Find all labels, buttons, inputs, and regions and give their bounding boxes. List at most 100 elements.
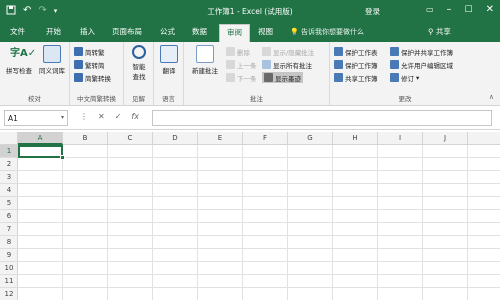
tab-data[interactable]: 数据 bbox=[192, 26, 207, 37]
gridline-horizontal bbox=[18, 183, 500, 184]
row-header-9[interactable]: 9 bbox=[0, 249, 18, 262]
smart-lookup-label-2: 查找 bbox=[132, 73, 146, 81]
protect-sheet-button[interactable]: 保护工作表 bbox=[334, 46, 378, 57]
to-traditional-label: 简转繁 bbox=[85, 48, 105, 57]
next-comment-button[interactable]: 下一条 bbox=[226, 72, 257, 83]
group-label-insights: 见解 bbox=[132, 95, 145, 103]
fill-handle[interactable] bbox=[60, 155, 65, 160]
smart-lookup-button[interactable]: 智能 查找 bbox=[127, 45, 151, 81]
to-simplified-button[interactable]: 繁转简 bbox=[74, 59, 105, 70]
new-comment-button[interactable]: 新建批注 bbox=[188, 45, 222, 75]
more-icon: ⋮ bbox=[80, 112, 88, 121]
insert-function-icon[interactable]: fx bbox=[131, 112, 139, 121]
column-header-i[interactable]: I bbox=[378, 132, 423, 145]
gridline-horizontal bbox=[18, 274, 500, 275]
person-icon: ⚲ bbox=[428, 27, 434, 36]
row-header-3[interactable]: 3 bbox=[0, 171, 18, 184]
row-headers: 12345678910111213 bbox=[0, 145, 18, 300]
tab-insert[interactable]: 插入 bbox=[80, 26, 95, 37]
column-header-h[interactable]: H bbox=[333, 132, 378, 145]
enter-icon[interactable]: ✓ bbox=[115, 112, 122, 121]
row-header-10[interactable]: 10 bbox=[0, 262, 18, 275]
minimize-icon[interactable]: – bbox=[447, 3, 452, 17]
selected-cell-a1[interactable] bbox=[18, 145, 63, 158]
protect-share-button[interactable]: 保护并共享工作簿 bbox=[390, 46, 453, 57]
delete-icon bbox=[226, 47, 235, 56]
collapse-ribbon-icon[interactable]: ∧ bbox=[489, 93, 494, 101]
login-link[interactable]: 登录 bbox=[365, 6, 380, 17]
row-header-8[interactable]: 8 bbox=[0, 236, 18, 249]
share-button[interactable]: ⚲ 共享 bbox=[428, 26, 451, 37]
formula-input[interactable] bbox=[152, 110, 492, 126]
row-header-12[interactable]: 12 bbox=[0, 288, 18, 300]
name-box-value: A1 bbox=[8, 114, 18, 123]
to-simplified-label: 繁转简 bbox=[85, 61, 105, 70]
cancel-icon[interactable]: ✕ bbox=[98, 112, 105, 121]
tab-file[interactable]: 文件 bbox=[10, 26, 25, 37]
title-bar: ↶ ↷ ▾ 工作簿1 - Excel (试用版) 登录 ▭ – ☐ ✕ bbox=[0, 0, 500, 22]
formula-buttons: ⋮ ✕ ✓ fx bbox=[80, 112, 139, 121]
show-all-comments-button[interactable]: 显示所有批注 bbox=[262, 59, 312, 70]
tab-home[interactable]: 开始 bbox=[46, 26, 61, 37]
to-traditional-button[interactable]: 简转繁 bbox=[74, 46, 105, 57]
select-all-corner[interactable] bbox=[0, 132, 18, 145]
protect-sheet-icon bbox=[334, 47, 343, 56]
redo-icon[interactable]: ↷ bbox=[38, 5, 46, 19]
spelling-button[interactable]: 字A✓ 拼写检查 bbox=[4, 45, 36, 75]
maximize-icon[interactable]: ☐ bbox=[465, 3, 473, 17]
tell-me-search[interactable]: 💡 告诉我你想要做什么 bbox=[290, 27, 364, 37]
customize-icon[interactable]: ▾ bbox=[54, 5, 58, 19]
convert-button[interactable]: 简繁转换 bbox=[74, 72, 111, 83]
show-ink-button[interactable]: 显示墨迹 bbox=[262, 72, 303, 83]
column-header-e[interactable]: E bbox=[198, 132, 243, 145]
traditional-icon bbox=[74, 47, 83, 56]
tab-view[interactable]: 视图 bbox=[258, 26, 273, 37]
tab-review[interactable]: 审阅 bbox=[219, 24, 250, 42]
name-box[interactable]: A1 ▾ bbox=[4, 110, 68, 126]
translate-button[interactable]: 翻译 bbox=[157, 45, 181, 75]
cell-grid[interactable] bbox=[18, 145, 500, 300]
show-all-icon bbox=[262, 60, 271, 69]
gridline-horizontal bbox=[18, 287, 500, 288]
name-box-dropdown-icon[interactable]: ▾ bbox=[61, 114, 64, 121]
tell-me-text: 告诉我你想要做什么 bbox=[300, 28, 364, 36]
close-icon[interactable]: ✕ bbox=[486, 3, 494, 17]
thesaurus-button[interactable]: 同义词库 bbox=[36, 45, 68, 75]
row-header-4[interactable]: 4 bbox=[0, 184, 18, 197]
column-header-b[interactable]: B bbox=[63, 132, 108, 145]
show-hide-comment-button[interactable]: 显示/隐藏批注 bbox=[262, 46, 314, 57]
column-header-g[interactable]: G bbox=[288, 132, 333, 145]
track-changes-button[interactable]: 修订 ▾ bbox=[390, 72, 419, 83]
formula-bar: A1 ▾ ⋮ ✕ ✓ fx bbox=[0, 106, 500, 130]
gridline-horizontal bbox=[18, 235, 500, 236]
gridline-horizontal bbox=[18, 170, 500, 171]
row-header-1[interactable]: 1 bbox=[0, 145, 18, 158]
tab-formulas[interactable]: 公式 bbox=[160, 26, 175, 37]
ink-icon bbox=[264, 73, 273, 82]
row-header-11[interactable]: 11 bbox=[0, 275, 18, 288]
column-header-j[interactable]: J bbox=[423, 132, 468, 145]
save-icon[interactable] bbox=[6, 5, 16, 19]
share-workbook-button[interactable]: 共享工作簿 bbox=[334, 72, 378, 83]
undo-icon[interactable]: ↶ bbox=[23, 5, 31, 19]
row-header-2[interactable]: 2 bbox=[0, 158, 18, 171]
row-header-6[interactable]: 6 bbox=[0, 210, 18, 223]
gridline-horizontal bbox=[18, 209, 500, 210]
allow-edit-ranges-button[interactable]: 允许用户编辑区域 bbox=[390, 59, 453, 70]
delete-comment-button[interactable]: 删除 bbox=[226, 46, 250, 57]
ribbon: 字A✓ 拼写检查 同义词库 校对 简转繁 繁转简 简繁转换 中文简繁转换 智能 … bbox=[0, 42, 500, 106]
previous-comment-button[interactable]: 上一条 bbox=[226, 59, 257, 70]
row-header-7[interactable]: 7 bbox=[0, 223, 18, 236]
column-headers: ABCDEFGHIJ bbox=[18, 132, 500, 145]
column-header-d[interactable]: D bbox=[153, 132, 198, 145]
column-header-a[interactable]: A bbox=[18, 132, 63, 145]
share-label: 共享 bbox=[435, 27, 451, 36]
new-comment-label: 新建批注 bbox=[192, 67, 218, 75]
row-header-5[interactable]: 5 bbox=[0, 197, 18, 210]
ribbon-display-options-icon[interactable]: ▭ bbox=[426, 3, 434, 17]
column-header-c[interactable]: C bbox=[108, 132, 153, 145]
protect-workbook-button[interactable]: 保护工作簿 bbox=[334, 59, 378, 70]
column-header-f[interactable]: F bbox=[243, 132, 288, 145]
group-label-comments: 批注 bbox=[250, 95, 263, 103]
tab-page-layout[interactable]: 页面布局 bbox=[112, 26, 142, 37]
